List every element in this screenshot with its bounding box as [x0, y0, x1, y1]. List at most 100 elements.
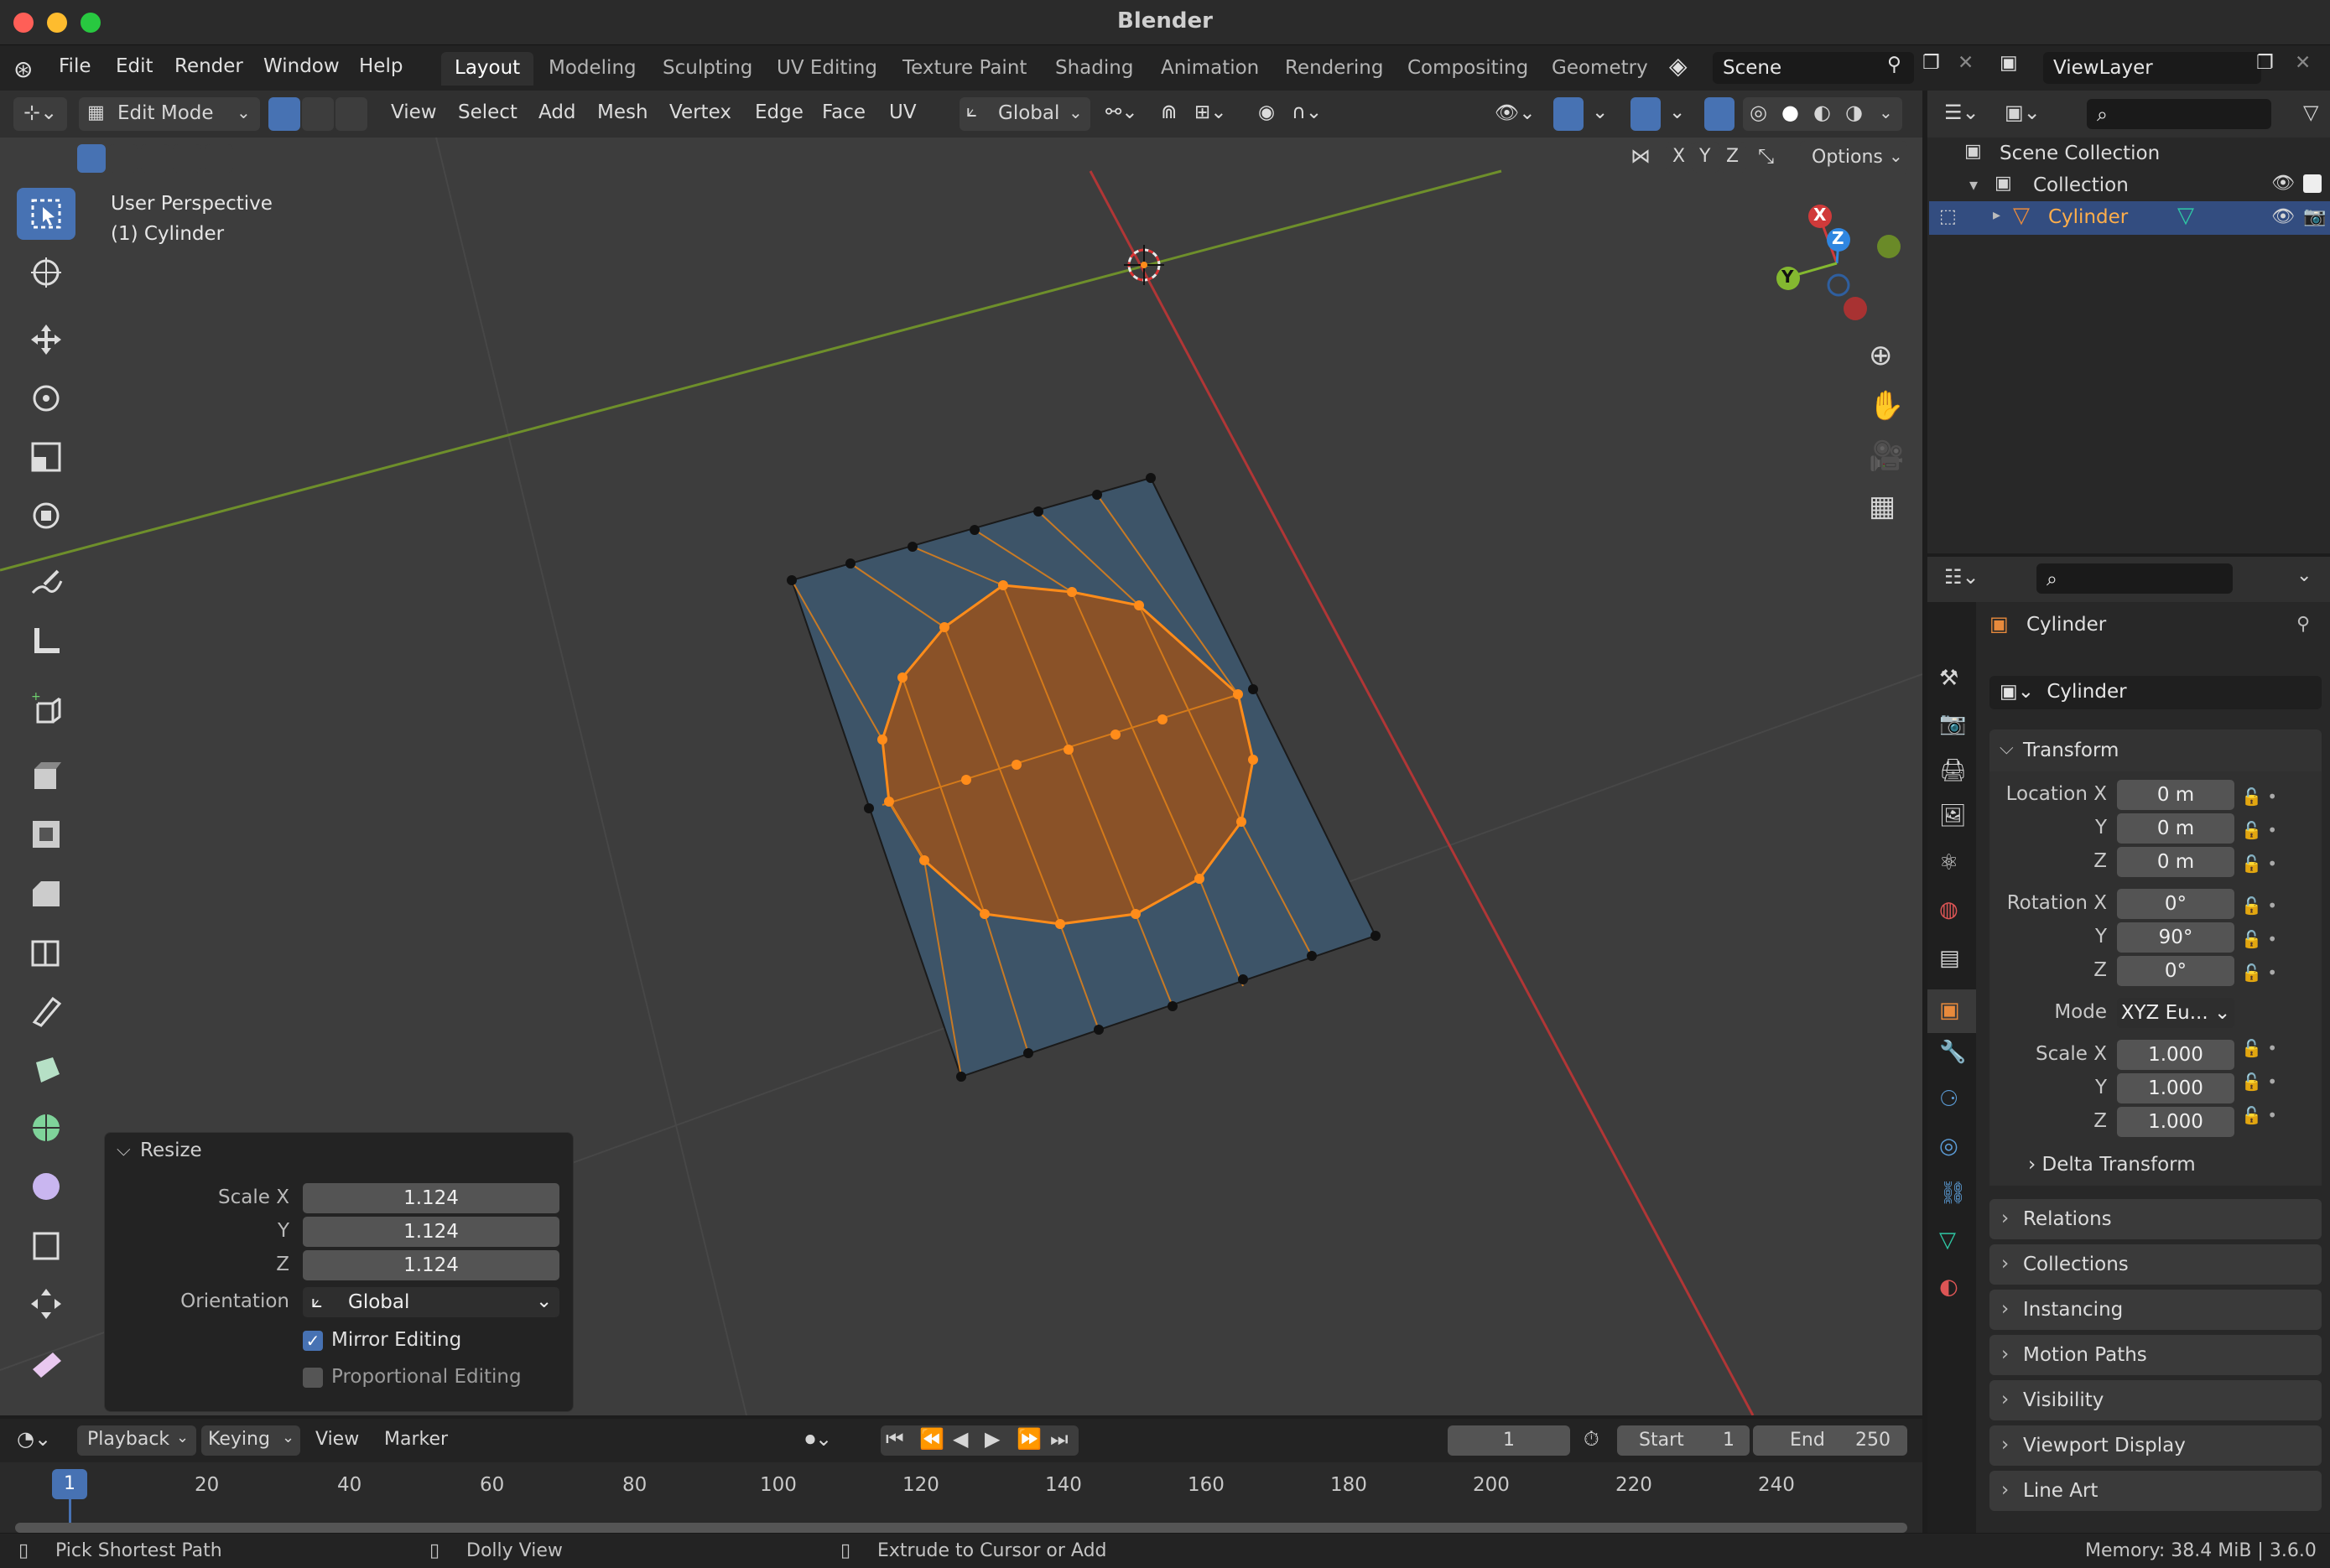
editor-type-button[interactable]: ⊹⌄ — [13, 97, 67, 131]
gizmo-menu-icon[interactable]: ⌄ — [1592, 101, 1608, 123]
lock-icon[interactable]: 🔓 • — [2241, 889, 2317, 922]
zoom-icon[interactable]: ⊕ — [1869, 339, 1893, 372]
proportional-editing-icon[interactable]: ◉ — [1258, 101, 1275, 123]
collection-tab-icon[interactable]: ▤ — [1939, 946, 1960, 971]
lock-icon[interactable]: 🔓 • — [2241, 1098, 2317, 1132]
options-dropdown[interactable]: Options ⌄ — [1800, 141, 1907, 174]
data-tab-icon[interactable]: ▽ — [1939, 1228, 1956, 1253]
outliner-search-input[interactable]: ⌕ — [2087, 99, 2271, 129]
eye-icon[interactable]: 👁 — [2271, 173, 2295, 194]
eye-icon[interactable]: 👁 — [2271, 206, 2295, 227]
edge-select-button[interactable] — [302, 97, 334, 131]
menu-select[interactable]: Select — [458, 101, 517, 123]
tab-texture-paint[interactable]: Texture Paint — [889, 52, 1040, 86]
orientation-dropdown[interactable]: ⟀ Global ⌄ — [303, 1287, 559, 1317]
render-tab-icon[interactable]: 📷 — [1939, 711, 1966, 736]
select-box-tool[interactable] — [17, 188, 75, 240]
rotation-y-field[interactable]: 90° — [2117, 922, 2234, 953]
pivot-point-icon[interactable]: ⚯⌄ — [1105, 101, 1138, 123]
view-layer-tab-icon[interactable]: 🖼 — [1939, 803, 1967, 828]
scene-selector[interactable]: Scene — [1713, 52, 1914, 84]
select-new-button[interactable] — [77, 144, 106, 173]
tool-tab-icon[interactable]: ⚒ — [1939, 666, 1958, 691]
timeline-scrollbar[interactable] — [15, 1523, 1907, 1533]
jump-start-icon[interactable]: ⏮ — [886, 1427, 904, 1451]
next-keyframe-icon[interactable]: ⏩ — [1017, 1427, 1042, 1451]
tab-geometry[interactable]: Geometry — [1538, 52, 1662, 86]
properties-search-input[interactable]: ⌕ — [2036, 563, 2233, 594]
rotation-mode-dropdown[interactable]: XYZ Eu... ⌄ — [2117, 998, 2234, 1028]
scale-z-field[interactable]: 1.000 — [2117, 1107, 2234, 1137]
annotate-tool[interactable] — [17, 557, 75, 609]
object-tab[interactable]: ▣ — [1927, 989, 1976, 1033]
menu-file[interactable]: File — [59, 55, 91, 77]
visibility-panel[interactable]: › Visibility — [1989, 1380, 2322, 1420]
overlays-toggle-button[interactable] — [1630, 97, 1661, 131]
tab-uv-editing[interactable]: UV Editing — [763, 52, 891, 86]
edge-slide-tool[interactable] — [17, 1219, 75, 1271]
select-subtract-button[interactable] — [141, 144, 169, 173]
object-name-field[interactable]: ▣⌄ Cylinder — [1989, 676, 2322, 709]
collection-label[interactable]: Collection — [2033, 174, 2129, 196]
blender-logo-icon[interactable]: ⊛ — [13, 55, 33, 83]
hand-pan-icon[interactable]: ✋ — [1869, 389, 1904, 423]
rendered-shading-icon[interactable]: ◑ — [1845, 101, 1863, 124]
lock-icon[interactable]: 🔓 • — [2241, 780, 2317, 813]
grid-view-icon[interactable]: ▦ — [1869, 490, 1896, 523]
chevron-down-icon[interactable]: ⌵ — [117, 1140, 131, 1160]
mode-dropdown[interactable]: ▦ Edit Mode ⌄ — [79, 97, 260, 131]
rotation-x-field[interactable]: 0° — [2117, 889, 2234, 919]
motion-paths-panel[interactable]: › Motion Paths — [1989, 1335, 2322, 1375]
shear-tool[interactable] — [17, 1337, 75, 1389]
mirror-editing-checkbox[interactable]: ✓ — [303, 1331, 323, 1351]
gizmo-z-label[interactable]: Z — [1832, 228, 1844, 248]
menu-add[interactable]: Add — [538, 101, 576, 123]
visibility-icon[interactable]: 👁⌄ — [1495, 101, 1535, 124]
prev-keyframe-icon[interactable]: ⏪ — [919, 1427, 944, 1451]
loop-cut-tool[interactable] — [17, 926, 75, 978]
overlays-menu-icon[interactable]: ⌄ — [1669, 101, 1685, 123]
menu-edge[interactable]: Edge — [755, 101, 804, 123]
cylinder-outliner-row[interactable]: ⬚ ▸ ▽ Cylinder ▽ — [1929, 201, 2330, 235]
relations-panel[interactable]: › Relations — [1989, 1199, 2322, 1239]
select-invert-button[interactable] — [173, 144, 201, 173]
falloff-icon[interactable]: ∩⌄ — [1292, 101, 1322, 123]
mirror-y-button[interactable]: Y — [1693, 143, 1719, 173]
menu-uv[interactable]: UV — [889, 101, 917, 123]
expand-arrow-icon[interactable]: ▸ — [1993, 206, 2000, 224]
3d-viewport[interactable]: User Perspective (1) Cylinder X Z Y ⊕ ✋ … — [0, 138, 1922, 1415]
transform-orientation-dropdown[interactable]: ⟀ Global ⌄ — [960, 97, 1090, 131]
playhead[interactable]: 1 — [52, 1469, 87, 1499]
lock-icon[interactable]: 🔓 • — [2241, 813, 2317, 847]
tab-sculpting[interactable]: Sculpting — [649, 52, 766, 86]
tab-layout[interactable]: Layout — [441, 52, 534, 86]
gizmo-toggle-button[interactable] — [1553, 97, 1584, 131]
timeline-view-menu[interactable]: View — [315, 1429, 359, 1450]
move-tool[interactable] — [17, 314, 75, 366]
current-frame-field[interactable]: 1 — [1448, 1425, 1570, 1456]
menu-help[interactable]: Help — [359, 55, 403, 77]
location-x-field[interactable]: 0 m — [2117, 780, 2234, 810]
delta-transform-subpanel[interactable]: › Delta Transform — [2028, 1154, 2196, 1176]
snap-target-icon[interactable]: ⊞⌄ — [1194, 101, 1227, 123]
location-y-field[interactable]: 0 m — [2117, 813, 2234, 844]
wireframe-shading-icon[interactable]: ◎ — [1750, 101, 1767, 124]
solid-shading-icon[interactable]: ● — [1781, 101, 1799, 124]
pin-icon[interactable]: ⚲ — [1887, 54, 1901, 75]
transform-panel-header[interactable]: ⌵ Transform — [1989, 729, 2322, 771]
measure-tool[interactable] — [17, 615, 75, 667]
material-shading-icon[interactable]: ◐ — [1813, 101, 1831, 124]
view-layer-icon[interactable]: ▣ — [2000, 52, 2018, 74]
modifier-tab-icon[interactable]: 🔧 — [1939, 1040, 1966, 1065]
output-tab-icon[interactable]: 🖨 — [1939, 758, 1967, 783]
rotate-tool[interactable] — [17, 372, 75, 424]
xray-toggle-button[interactable] — [1704, 97, 1734, 131]
world-tab-icon[interactable]: ◍ — [1939, 897, 1958, 922]
end-frame-field[interactable]: End 250 — [1753, 1425, 1907, 1456]
cursor-tool[interactable] — [17, 247, 75, 299]
instancing-panel[interactable]: › Instancing — [1989, 1290, 2322, 1330]
gizmo-x-label[interactable]: X — [1813, 205, 1826, 225]
menu-view[interactable]: View — [391, 101, 437, 123]
record-icon[interactable]: ⏺⌄ — [805, 1427, 832, 1451]
mirror-z-button[interactable]: Z — [1719, 143, 1746, 173]
